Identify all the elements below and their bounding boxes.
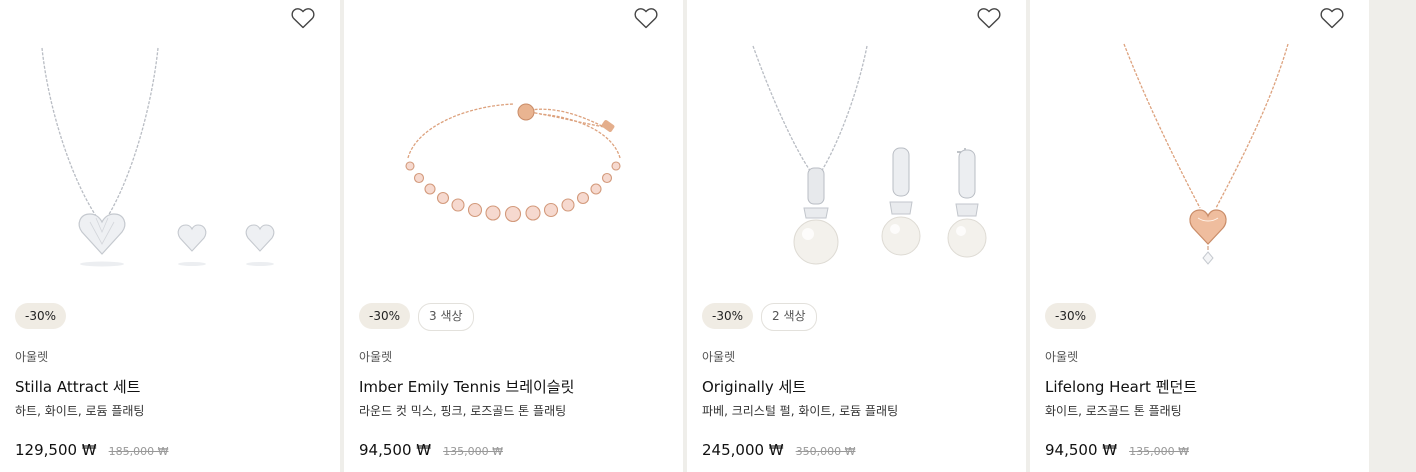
price-row: 94,500 ₩ 135,000 ₩ — [359, 441, 503, 459]
product-card[interactable]: -30% 아울렛 Stilla Attract 세트 하트, 화이트, 로듐 플… — [0, 0, 340, 472]
product-card[interactable]: -30% 3 색상 아울렛 Imber Emily Tennis 브레이슬릿 라… — [344, 0, 683, 472]
heart-outline-icon — [634, 8, 658, 29]
product-variant: 파베, 크리스털 펄, 화이트, 로듐 플래팅 — [702, 404, 899, 418]
heart-outline-icon — [1320, 8, 1344, 29]
discount-badge: -30% — [15, 303, 67, 329]
sale-price: 94,500 ₩ — [1045, 441, 1118, 459]
discount-badge: -30% — [702, 303, 754, 329]
price-row: 94,500 ₩ 135,000 ₩ — [1045, 441, 1189, 459]
badge-row: -30% 3 색상 — [359, 303, 474, 331]
price-row: 245,000 ₩ 350,000 ₩ — [702, 441, 856, 459]
product-name[interactable]: Originally 세트 — [702, 376, 806, 397]
badge-row: -30% 2 색상 — [702, 303, 817, 331]
wishlist-button[interactable] — [633, 6, 659, 30]
heart-pendant-image — [1123, 43, 1289, 265]
wishlist-button[interactable] — [290, 6, 316, 30]
discount-badge: -30% — [359, 303, 411, 329]
product-name[interactable]: Imber Emily Tennis 브레이슬릿 — [359, 376, 574, 397]
product-grid: -30% 아울렛 Stilla Attract 세트 하트, 화이트, 로듐 플… — [0, 0, 1416, 472]
product-brand: 아울렛 — [15, 350, 49, 364]
discount-badge: -30% — [1045, 303, 1097, 329]
product-card[interactable]: -30% 2 색상 아울렛 Originally 세트 파베, 크리스털 펄, … — [687, 0, 1026, 472]
sale-price: 94,500 ₩ — [359, 441, 432, 459]
wishlist-button[interactable] — [976, 6, 1002, 30]
heart-outline-icon — [977, 8, 1001, 29]
product-image[interactable] — [1030, 36, 1369, 286]
color-count-badge: 2 색상 — [761, 303, 817, 331]
product-brand: 아울렛 — [359, 350, 393, 364]
product-variant: 하트, 화이트, 로듐 플래팅 — [15, 404, 145, 418]
badge-row: -30% — [15, 303, 67, 329]
original-price: 350,000 ₩ — [795, 445, 856, 458]
price-row: 129,500 ₩ 185,000 ₩ — [15, 441, 169, 459]
original-price: 185,000 ₩ — [108, 445, 169, 458]
necklace-earring-set-image — [41, 47, 275, 267]
tennis-bracelet-image — [405, 103, 621, 223]
wishlist-button[interactable] — [1319, 6, 1345, 30]
product-name[interactable]: Lifelong Heart 펜던트 — [1045, 376, 1197, 397]
product-image[interactable] — [687, 36, 1026, 286]
sale-price: 245,000 ₩ — [702, 441, 784, 459]
badge-row: -30% — [1045, 303, 1097, 329]
original-price: 135,000 ₩ — [1129, 445, 1189, 458]
product-card[interactable]: -30% 아울렛 Lifelong Heart 펜던트 화이트, 로즈골드 톤 … — [1030, 0, 1369, 472]
product-image[interactable] — [344, 36, 683, 286]
heart-outline-icon — [291, 8, 315, 29]
product-brand: 아울렛 — [702, 350, 736, 364]
product-variant: 라운드 컷 믹스, 핑크, 로즈골드 톤 플래팅 — [359, 404, 567, 418]
color-count-badge: 3 색상 — [418, 303, 474, 331]
pearl-pendant-earring-set-image — [752, 45, 987, 265]
product-brand: 아울렛 — [1045, 350, 1079, 364]
product-variant: 화이트, 로즈골드 톤 플래팅 — [1045, 404, 1182, 418]
product-image[interactable] — [0, 36, 340, 286]
sale-price: 129,500 ₩ — [15, 441, 97, 459]
original-price: 135,000 ₩ — [443, 445, 503, 458]
product-name[interactable]: Stilla Attract 세트 — [15, 376, 140, 397]
